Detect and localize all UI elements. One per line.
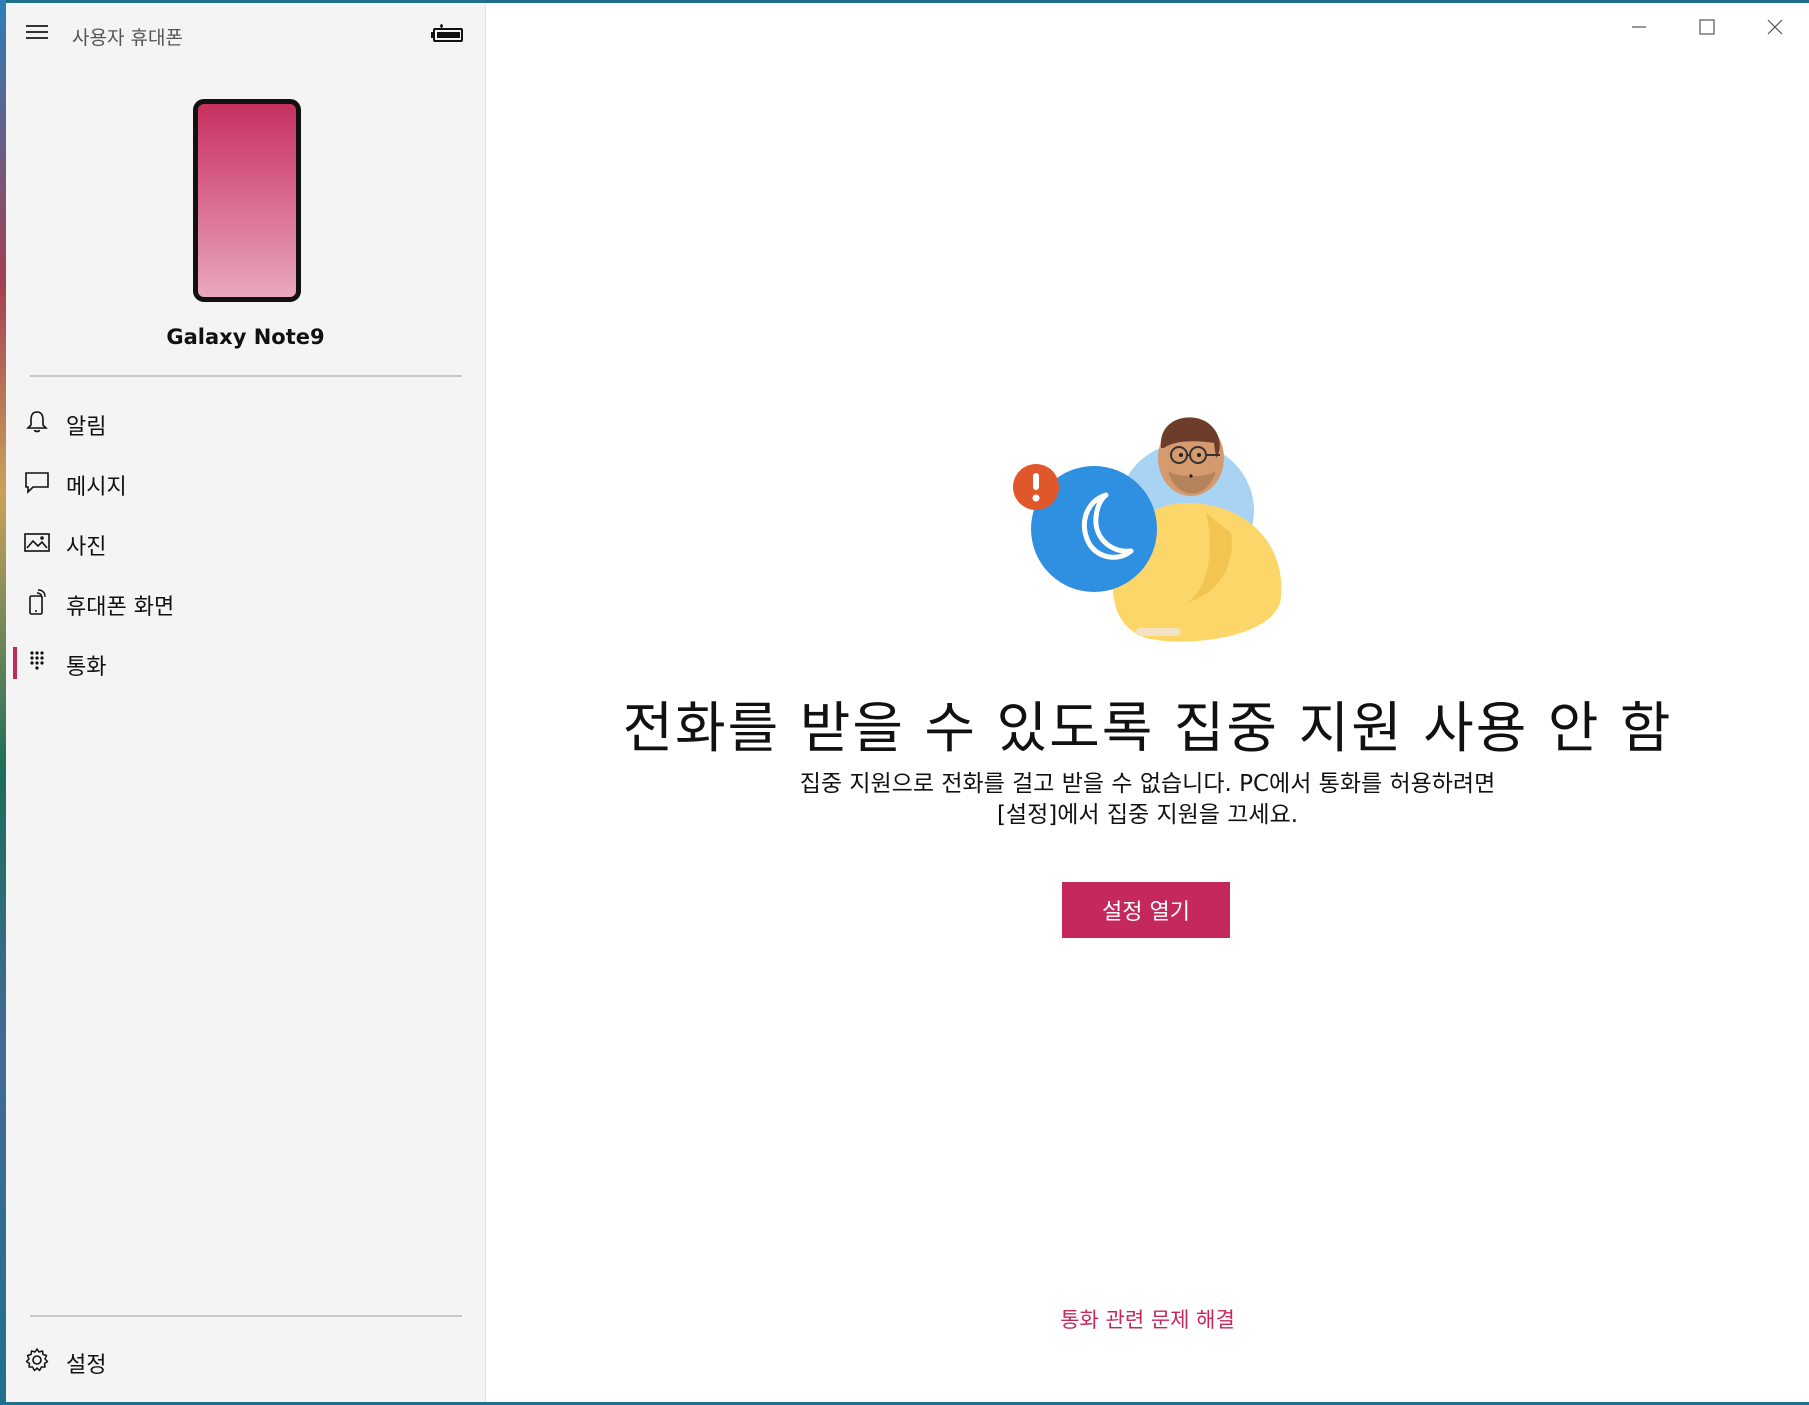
sidebar-item-calls[interactable]: 통화	[6, 635, 485, 691]
maximize-button[interactable]	[1673, 3, 1741, 51]
sidebar-item-label: 사진	[66, 535, 107, 560]
sidebar-header: 사용자 휴대폰	[6, 3, 485, 63]
dialpad-icon	[30, 651, 44, 670]
sidebar-item-label: 메시지	[66, 475, 127, 500]
sidebar-item-label: 휴대폰 화면	[66, 595, 175, 620]
app-title: 사용자 휴대폰	[72, 27, 183, 49]
your-phone-window: 사용자 휴대폰 Galaxy Note9 알림 메시지 사진 휴대폰 화면 통화…	[6, 3, 1809, 1402]
minimize-button[interactable]	[1605, 3, 1673, 51]
sidebar: 사용자 휴대폰 Galaxy Note9 알림 메시지 사진 휴대폰 화면 통화…	[6, 3, 486, 1402]
description-line-2: [설정]에서 집중 지원을 끄세요.	[996, 802, 1299, 828]
battery-icon	[431, 24, 463, 42]
close-icon	[1767, 19, 1783, 35]
sidebar-divider-bottom	[30, 1315, 462, 1317]
phone-wallpaper-preview	[193, 99, 301, 302]
sidebar-item-messages[interactable]: 메시지	[6, 455, 485, 511]
photo-icon	[24, 533, 50, 552]
sidebar-item-phone-screen[interactable]: 휴대폰 화면	[6, 575, 485, 631]
main-content: 전화를 받을 수 있도록 집중 지원 사용 안 함 집중 지원으로 전화를 걸고…	[486, 3, 1809, 1402]
sidebar-divider-top	[30, 375, 462, 377]
phone-screen-icon	[29, 589, 46, 615]
gear-icon	[25, 1348, 49, 1372]
page-title: 전화를 받을 수 있도록 집중 지원 사용 안 함	[622, 696, 1673, 760]
open-settings-button[interactable]: 설정 열기	[1062, 882, 1230, 938]
maximize-icon	[1699, 19, 1715, 35]
sidebar-item-settings[interactable]: 설정	[6, 1333, 485, 1389]
sidebar-item-label: 알림	[66, 415, 107, 440]
sidebar-item-label: 통화	[66, 655, 107, 680]
sidebar-item-label: 설정	[66, 1353, 107, 1378]
focus-assist-illustration	[1013, 417, 1282, 642]
minimize-icon	[1632, 26, 1646, 28]
troubleshoot-calls-link[interactable]: 통화 관련 문제 해결	[486, 1304, 1809, 1334]
description: 집중 지원으로 전화를 걸고 받을 수 없습니다. PC에서 통화를 허용하려면…	[486, 769, 1809, 831]
sidebar-item-notifications[interactable]: 알림	[6, 395, 485, 451]
message-icon	[25, 472, 49, 494]
close-button[interactable]	[1741, 3, 1809, 51]
hamburger-menu-icon[interactable]	[24, 21, 52, 43]
sidebar-item-photos[interactable]: 사진	[6, 515, 485, 571]
bell-icon	[26, 411, 48, 433]
description-line-1: 집중 지원으로 전화를 걸고 받을 수 없습니다. PC에서 통화를 허용하려면	[799, 771, 1496, 797]
device-name: Galaxy Note9	[166, 325, 325, 349]
active-indicator	[13, 647, 17, 679]
